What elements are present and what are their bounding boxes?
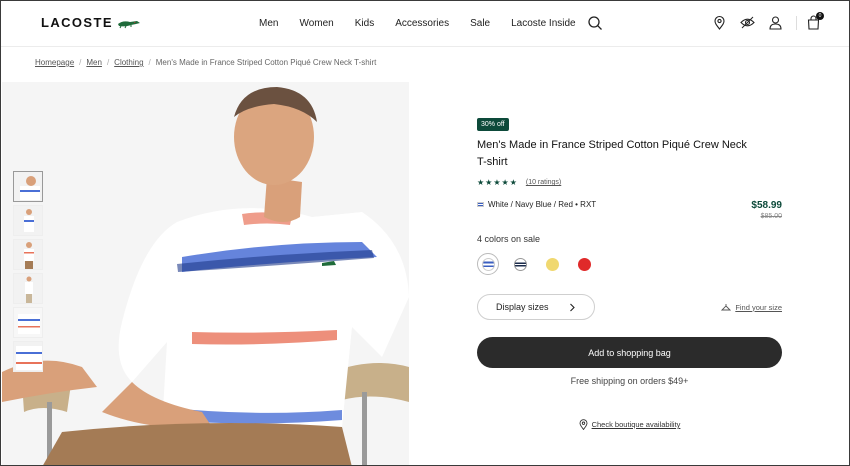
display-sizes-label: Display sizes bbox=[496, 302, 549, 312]
shipping-note: Free shipping on orders $49+ bbox=[570, 376, 689, 386]
swatch-dot bbox=[513, 257, 527, 271]
account-icon[interactable] bbox=[768, 15, 783, 30]
swatch-navy[interactable] bbox=[509, 253, 531, 275]
colors-label: 4 colors on sale bbox=[477, 234, 541, 244]
site-header: LACOSTE Men Women Kids Accessories Sale … bbox=[1, 1, 849, 47]
product-info: 30% off Men's Made in France Striped Cot… bbox=[477, 113, 782, 430]
add-to-bag-button[interactable]: Add to shopping bag bbox=[477, 337, 782, 368]
model-photo bbox=[2, 82, 409, 465]
breadcrumb-men[interactable]: Men bbox=[86, 58, 102, 67]
nav-women[interactable]: Women bbox=[299, 18, 333, 29]
thumbnail-2[interactable] bbox=[13, 205, 43, 236]
bag-count-badge: 0 bbox=[816, 12, 824, 20]
find-your-size-label: Find your size bbox=[735, 302, 782, 312]
crocodile-icon bbox=[117, 20, 140, 28]
thumbnail-image bbox=[14, 172, 42, 201]
breadcrumb-separator: / bbox=[106, 58, 110, 67]
nav-men[interactable]: Men bbox=[259, 18, 278, 29]
product-image[interactable] bbox=[2, 82, 409, 465]
breadcrumb-separator: / bbox=[148, 58, 151, 67]
boutique-label: Check boutique availability bbox=[591, 420, 681, 429]
hanger-icon bbox=[721, 304, 732, 311]
search-icon[interactable] bbox=[587, 15, 603, 31]
thumbnail-4[interactable] bbox=[13, 273, 43, 304]
star-rating-icon: ★★★★★ bbox=[477, 178, 518, 187]
page: LACOSTE Men Women Kids Accessories Sale … bbox=[0, 0, 850, 466]
variant-label: White / Navy Blue / Red • RXT bbox=[488, 200, 597, 209]
thumbnail-1[interactable] bbox=[13, 171, 43, 202]
logo-text: LACOSTE bbox=[41, 15, 113, 30]
swatch-dot bbox=[545, 257, 559, 271]
lacoste-logo[interactable]: LACOSTE bbox=[41, 15, 141, 30]
breadcrumb-separator: / bbox=[79, 58, 82, 67]
thumbnail-5[interactable] bbox=[13, 307, 43, 338]
thumbnail-image bbox=[14, 342, 42, 371]
thumbnail-6[interactable] bbox=[13, 341, 43, 372]
thumbnail-image bbox=[14, 274, 42, 303]
thumbnail-image bbox=[14, 308, 42, 337]
swatch-dot bbox=[577, 257, 591, 271]
swatch-dot bbox=[481, 257, 495, 271]
thumbnail-strip bbox=[13, 171, 43, 372]
swatch-white-navy-red[interactable] bbox=[477, 253, 499, 275]
ratings-link[interactable]: (10 ratings) bbox=[526, 179, 561, 186]
rating-row: ★★★★★ (10 ratings) bbox=[477, 178, 782, 187]
nav-lacoste-inside[interactable]: Lacoste Inside bbox=[511, 18, 576, 29]
product-title: Men's Made in France Striped Cotton Piqu… bbox=[477, 139, 747, 168]
sale-price: $58.99 bbox=[751, 200, 782, 211]
swatch-red[interactable] bbox=[573, 253, 595, 275]
price-block: $58.99 $85.00 bbox=[751, 200, 782, 220]
thumbnail-3[interactable] bbox=[13, 239, 43, 270]
header-divider bbox=[796, 15, 797, 30]
breadcrumb-current: Men's Made in France Striped Cotton Piqu… bbox=[155, 58, 377, 67]
swatch-yellow[interactable] bbox=[541, 253, 563, 275]
nav-accessories[interactable]: Accessories bbox=[395, 18, 449, 29]
selected-variant: White / Navy Blue / Red • RXT bbox=[477, 200, 596, 209]
eye-icon[interactable] bbox=[740, 15, 755, 30]
chevron-right-icon bbox=[569, 303, 575, 311]
original-price: $85.00 bbox=[760, 213, 782, 220]
display-sizes-button[interactable]: Display sizes bbox=[477, 294, 595, 320]
nav-kids[interactable]: Kids bbox=[355, 18, 374, 29]
discount-badge: 30% off bbox=[477, 118, 509, 131]
stripe-swatch-icon bbox=[477, 202, 484, 207]
breadcrumb-clothing[interactable]: Clothing bbox=[114, 58, 143, 67]
variant-price-row: White / Navy Blue / Red • RXT $58.99 $85… bbox=[477, 200, 782, 220]
thumbnail-image bbox=[14, 240, 42, 269]
size-row: Display sizes Find your size bbox=[477, 294, 782, 320]
breadcrumb-homepage[interactable]: Homepage bbox=[35, 58, 74, 67]
boutique-availability-link[interactable]: Check boutique availability bbox=[477, 419, 782, 430]
nav-sale[interactable]: Sale bbox=[470, 18, 490, 29]
shopping-bag-button[interactable]: 0 bbox=[806, 12, 824, 30]
header-actions: 0 bbox=[712, 12, 834, 30]
thumbnail-image bbox=[14, 206, 42, 235]
location-pin-icon[interactable] bbox=[712, 15, 727, 30]
main-nav: Men Women Kids Accessories Sale Lacoste … bbox=[259, 18, 597, 29]
location-pin-icon bbox=[579, 419, 588, 430]
breadcrumb: Homepage / Men / Clothing / Men's Made i… bbox=[35, 58, 376, 67]
color-swatches bbox=[477, 253, 782, 275]
find-your-size-link[interactable]: Find your size bbox=[721, 303, 782, 312]
